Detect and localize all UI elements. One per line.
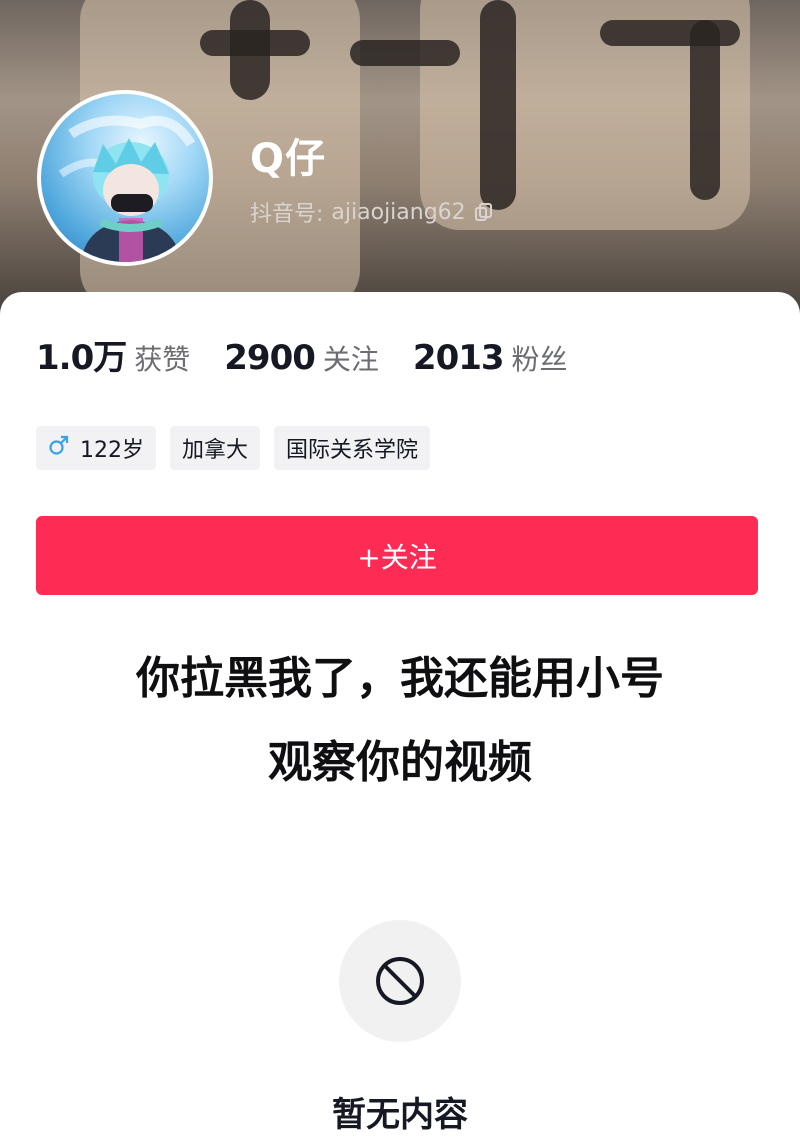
tag-gender-age: 122岁 <box>36 426 156 470</box>
avatar[interactable] <box>37 90 213 266</box>
douyin-id-row[interactable]: 抖音号: ajiaojiang62 <box>250 196 494 228</box>
douyin-id-value: ajiaojiang62 <box>331 199 466 225</box>
caption-line-1: 你拉黑我了，我还能用小号 <box>136 653 664 704</box>
stats-row: 1.0万 获赞 2900 关注 2013 粉丝 <box>36 330 602 379</box>
empty-state-text: 暂无内容 <box>332 1095 468 1135</box>
stat-likes-label: 获赞 <box>134 343 191 376</box>
banner-stroke <box>480 0 516 210</box>
profile-card: 1.0万 获赞 2900 关注 2013 粉丝 122岁 加拿大 国际关系学院 … <box>0 292 800 1137</box>
profile-banner: Q仔 抖音号: ajiaojiang62 <box>0 0 800 330</box>
stat-likes[interactable]: 1.0万 获赞 <box>36 330 190 379</box>
avatar-character-icon <box>58 115 196 262</box>
profile-tags: 122岁 加拿大 国际关系学院 <box>36 426 431 470</box>
username: Q仔 <box>250 136 327 182</box>
avatar-image <box>41 94 209 262</box>
empty-state-icon-container <box>339 920 461 1042</box>
overlay-caption: 你拉黑我了，我还能用小号 观察你的视频 <box>0 637 800 805</box>
banner-stroke <box>350 40 460 66</box>
no-entry-icon <box>376 957 424 1005</box>
copy-icon[interactable] <box>474 202 494 222</box>
stat-following-label: 关注 <box>322 343 379 376</box>
stat-following-value: 2900 <box>224 338 316 378</box>
stat-likes-value: 1.0万 <box>36 338 127 378</box>
stat-followers[interactable]: 2013 粉丝 <box>413 338 568 378</box>
douyin-id-label: 抖音号: <box>250 202 324 227</box>
tag-location: 加拿大 <box>170 426 261 470</box>
male-icon <box>48 434 70 462</box>
tag-school: 国际关系学院 <box>274 426 431 470</box>
stat-following[interactable]: 2900 关注 <box>224 338 379 378</box>
caption-line-2: 观察你的视频 <box>268 737 532 788</box>
tag-age-text: 122岁 <box>80 438 144 463</box>
stat-followers-label: 粉丝 <box>511 343 568 376</box>
banner-stroke <box>200 30 310 56</box>
banner-stroke <box>690 20 720 200</box>
follow-button[interactable]: +关注 <box>36 516 758 595</box>
stat-followers-value: 2013 <box>412 338 505 378</box>
